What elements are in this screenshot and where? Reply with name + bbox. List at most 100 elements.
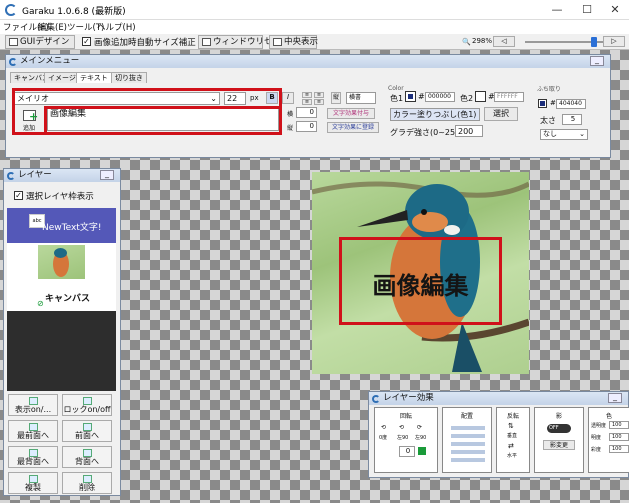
autosize-checkbox[interactable]: ✓ [82,37,91,46]
vertical-offset-field[interactable]: 0 [296,121,317,132]
send-to-back-button[interactable]: 最背面へ [8,446,58,468]
border-color-hex-field[interactable]: 404040 [556,99,586,109]
duplicate-button[interactable]: 複製 [8,472,58,494]
align-left-button[interactable]: ≡ [302,92,312,98]
menu-edit[interactable]: 編集(E) [38,21,67,33]
zoom-slider-track[interactable] [525,41,615,43]
layer-panel-titlebar[interactable]: レイヤー _ [4,169,120,182]
toggle-lock-button[interactable]: ロックon/off [62,394,112,416]
vertical-offset-label: 縦 [287,125,294,132]
minimize-panel-button[interactable]: _ [590,56,604,66]
color-adjust-section: 色 透明度 100 明度 100 彩度 100 [588,407,629,473]
center-icon [273,38,282,46]
zoom-slider-thumb[interactable] [591,37,597,47]
show-frame-checkbox[interactable]: ✓ [14,191,23,200]
color1-swatch[interactable] [405,91,416,102]
opacity-field[interactable]: 100 [609,421,629,429]
border-color-swatch[interactable] [538,99,547,108]
rotate-header: 回転 [399,413,412,420]
gui-design-button[interactable]: GUIデザイン [5,35,75,49]
shadow-header: 影 [555,413,562,420]
app-logo-icon [5,4,17,16]
color-adjust-header: 色 [605,413,612,420]
center-view-button[interactable]: 中央表示 [269,35,318,49]
show-frame-label: 選択レイヤ枠表示 [26,192,94,202]
bring-forward-label: 前面へ [75,431,99,440]
panel-logo-icon [9,58,17,66]
zoom-in-button[interactable]: ▷ [603,36,625,47]
layer-item-canvas[interactable]: キャンバス ⊘ [7,243,116,311]
align-right-button[interactable]: ≡ [302,99,312,105]
zoom-level: 298% [472,37,493,45]
flip-vertical-icon[interactable]: ⇅ [508,422,514,430]
color2-hex-field[interactable]: FFFFFF [494,92,524,102]
flip-horizontal-icon[interactable]: ⇄ [508,442,514,450]
maximize-button[interactable]: ☐ [572,0,602,20]
menu-help[interactable]: ヘルプ(H) [97,21,136,33]
saturation-field[interactable]: 100 [609,445,629,453]
vertical-text-icon[interactable]: 縦 [331,92,341,104]
send-to-back-label: 最背面へ [17,457,49,466]
duplicate-label: 複製 [25,483,41,492]
bring-forward-button[interactable]: 前面へ [62,420,112,442]
minimize-panel-button[interactable]: _ [100,170,114,180]
rotate-left-label: 左90 [397,435,409,441]
gradient-strength-field[interactable]: 200 [455,125,483,137]
align-section: 配置 [442,407,492,473]
opacity-label: 透明度 [591,423,607,429]
fill-mode-select[interactable]: カラー塗りつぶし(色1) [390,108,480,121]
thickness-field[interactable]: 5 [562,114,582,125]
align-justify-button[interactable]: ≡ [314,99,324,105]
select-color-button[interactable]: 選択 [484,107,518,121]
register-text-effect-button[interactable]: 文字効果に登録 [327,122,379,133]
eye-icon [29,397,38,405]
horizontal-offset-field[interactable]: 0 [296,107,317,118]
send-back-icon [29,449,38,457]
rotate-left-icon[interactable]: ⟲ [399,424,404,431]
window-reset-button[interactable]: ウィンドウリセット [198,35,290,49]
writing-mode-select[interactable]: 横書 [346,92,376,104]
toggle-visibility-label: 表示on/... [14,405,52,414]
gradient-strength-label: グラデ強さ(0~255) [390,128,464,137]
show-frame-toggle[interactable]: ✓ 選択レイヤ枠表示 [14,190,114,202]
delete-button[interactable]: 削除 [62,472,112,494]
tab-text[interactable]: テキスト [76,72,112,83]
autosize-label: 画像追加時自動サイズ補正 [94,38,196,48]
flip-vertical-label: 垂直 [507,433,518,439]
bring-to-front-button[interactable]: 最前面へ [8,420,58,442]
bring-to-front-label: 最前面へ [17,431,49,440]
align-grid-icon[interactable] [451,422,485,462]
duplicate-icon [29,475,38,483]
shadow-change-button[interactable]: 影変更 [543,440,575,450]
send-backward-button[interactable]: 背面へ [62,446,112,468]
color2-swatch[interactable] [475,91,486,102]
window-title: Garaku 1.0.6.8 (最新版) [22,7,126,17]
color1-hex-field[interactable]: 000000 [425,92,455,102]
window-icon [202,38,211,46]
close-button[interactable]: ✕ [600,0,629,20]
apply-text-effect-button[interactable]: 文字効果付与 [327,108,375,119]
layer-item-text[interactable]: abc NewText文字! [7,208,116,243]
apply-rotate-icon[interactable] [418,447,426,455]
minimize-button[interactable]: — [542,0,572,20]
rotate-right-icon[interactable]: ⟳ [417,424,422,431]
tab-image[interactable]: イメージ [44,72,80,83]
tab-crop[interactable]: 切り抜き [111,72,147,83]
horizontal-offset-label: 横 [287,111,294,118]
autosize-toggle[interactable]: ✓ 画像追加時自動サイズ補正 [82,36,196,48]
rotate-0-icon[interactable]: ⟲ [381,424,386,431]
border-style-select[interactable]: なし ⌄ [540,129,588,140]
color2-label: 色2 [460,94,474,103]
layer-effects-titlebar[interactable]: レイヤー効果 _ [369,392,628,405]
rotate-angle-field[interactable]: 0 [399,446,415,457]
brightness-field[interactable]: 100 [609,433,629,441]
flip-header: 反転 [506,413,519,420]
italic-button[interactable]: I [282,92,294,104]
main-menu-titlebar[interactable]: メインメニュー _ [6,55,610,68]
shadow-toggle[interactable]: OFF [547,424,571,433]
align-center-button[interactable]: ≡ [314,92,324,98]
minimize-panel-button[interactable]: _ [608,393,622,403]
gui-icon [9,38,18,46]
zoom-out-button[interactable]: ◁ [493,36,515,47]
toggle-visibility-button[interactable]: 表示on/... [8,394,58,416]
